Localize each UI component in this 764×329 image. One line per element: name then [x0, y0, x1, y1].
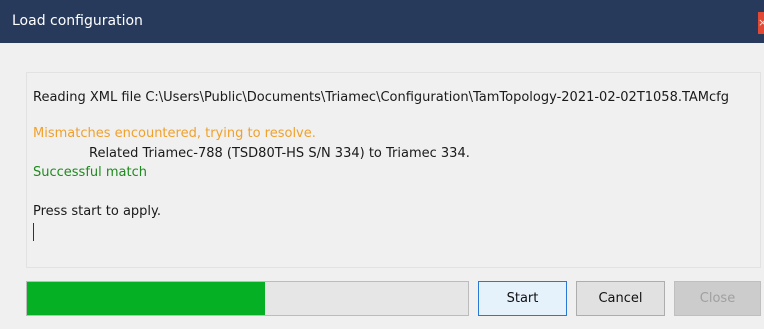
close-window-icon[interactable]: × [758, 12, 764, 34]
log-line-successful-match: Successful match [33, 165, 148, 180]
log-line-reading-file: Reading XML file C:\Users\Public\Documen… [33, 90, 729, 105]
log-line-press-start: Press start to apply. [33, 204, 161, 219]
log-line-related-device: Related Triamec-788 (TSD80T-HS S/N 334) … [89, 146, 470, 161]
progress-bar-fill [27, 282, 266, 315]
close-button[interactable]: Close [674, 281, 761, 316]
title-bar: Load configuration × [0, 0, 764, 43]
text-caret [33, 223, 34, 241]
window-title: Load configuration [12, 13, 143, 29]
log-line-mismatch-warning: Mismatches encountered, trying to resolv… [33, 126, 316, 141]
progress-bar [26, 281, 469, 316]
log-output-panel[interactable]: Reading XML file C:\Users\Public\Documen… [26, 72, 761, 268]
load-configuration-dialog: Load configuration × Reading XML file C:… [0, 0, 764, 329]
cancel-button[interactable]: Cancel [576, 281, 665, 316]
start-button[interactable]: Start [478, 281, 567, 316]
